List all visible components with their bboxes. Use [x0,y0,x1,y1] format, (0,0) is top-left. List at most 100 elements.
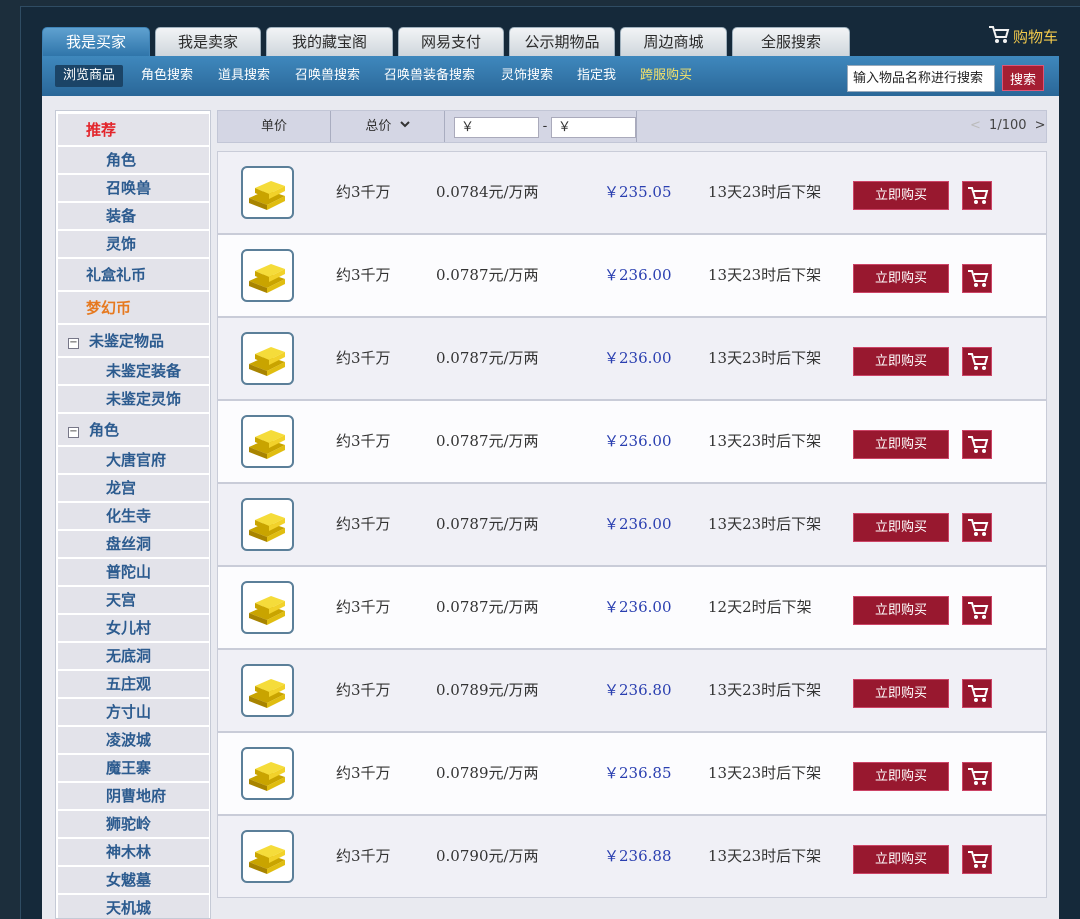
listing-row[interactable]: 约3千万 0.0787元/万两 ￥236.00 13天23时后下架 立即购买 [217,483,1047,566]
sidebar-item[interactable]: 神木林 [58,839,209,866]
sidebar-item[interactable]: 盘丝洞 [58,531,209,558]
sidebar-item[interactable]: 召唤兽 [58,175,209,202]
search-button[interactable]: 搜索 [1002,65,1044,91]
sidebar-item[interactable]: 女儿村 [58,615,209,642]
sidebar-item[interactable]: − 角色 [58,414,209,446]
subnav-pet-equip-search[interactable]: 召唤兽装备搜索 [384,56,475,96]
collapse-icon[interactable]: − [68,427,79,438]
listing-row[interactable]: 约3千万 0.0789元/万两 ￥236.80 13天23时后下架 立即购买 [217,649,1047,732]
subnav-browse[interactable]: 浏览商品 [55,65,124,87]
sidebar-item[interactable]: 梦幻币 [58,292,209,324]
add-to-cart-button[interactable] [962,181,992,210]
sort-total-price[interactable]: 总价 [331,111,444,142]
prev-page-button[interactable]: < [970,118,981,133]
cart-link[interactable]: 购物车 [988,24,1058,50]
sidebar-item[interactable]: 灵饰 [58,231,209,258]
tab-netease-pay[interactable]: 网易支付 [398,27,504,56]
add-to-cart-button[interactable] [962,845,992,874]
listing-row[interactable]: 约3千万 0.0784元/万两 ￥235.05 13天23时后下架 立即购买 [217,151,1047,234]
sidebar-item[interactable]: 未鉴定装备 [58,358,209,385]
item-thumbnail[interactable] [241,581,294,634]
buy-now-button[interactable]: 立即购买 [853,513,949,542]
sidebar-item-label: 龙宫 [106,479,137,497]
sidebar-item[interactable]: 阴曹地府 [58,783,209,810]
subnav-cross-server[interactable]: 跨服购买 [640,56,692,96]
sidebar-item[interactable]: 凌波城 [58,727,209,754]
sidebar-item[interactable]: 装备 [58,203,209,230]
subnav-role-search[interactable]: 角色搜索 [141,56,193,96]
next-page-button[interactable]: > [1035,118,1046,133]
sidebar-item[interactable]: 普陀山 [58,559,209,586]
sidebar-item[interactable]: 未鉴定灵饰 [58,386,209,413]
gold-ingot-icon [249,347,285,376]
listing-row[interactable]: 约3千万 0.0787元/万两 ￥236.00 13天23时后下架 立即购买 [217,234,1047,317]
listing-time-left: 13天23时后下架 [708,349,822,367]
buy-now-button[interactable]: 立即购买 [853,596,949,625]
subnav-accessory-search[interactable]: 灵饰搜索 [501,56,553,96]
listing-row[interactable]: 约3千万 0.0787元/万两 ￥236.00 13天23时后下架 立即购买 [217,317,1047,400]
sidebar-item[interactable]: 无底洞 [58,643,209,670]
buy-now-button[interactable]: 立即购买 [853,347,949,376]
listing-row[interactable]: 约3千万 0.0790元/万两 ￥236.88 13天23时后下架 立即购买 [217,815,1047,898]
tab-merch-mall[interactable]: 周边商城 [620,27,727,56]
buy-now-button[interactable]: 立即购买 [853,264,949,293]
listing-amount: 约3千万 [336,432,391,450]
min-price-input[interactable]: ￥ [454,117,539,138]
buy-now-button[interactable]: 立即购买 [853,762,949,791]
item-thumbnail[interactable] [241,249,294,302]
add-to-cart-button[interactable] [962,264,992,293]
item-thumbnail[interactable] [241,498,294,551]
item-thumbnail[interactable] [241,415,294,468]
sidebar-item-label: 推荐 [86,121,117,139]
subnav-item-search[interactable]: 道具搜索 [218,56,270,96]
sidebar-item[interactable]: 狮驼岭 [58,811,209,838]
buy-now-button[interactable]: 立即购买 [853,181,949,210]
cart-icon [968,768,989,785]
sidebar-item[interactable]: 推荐 [58,114,209,146]
item-thumbnail[interactable] [241,830,294,883]
add-to-cart-button[interactable] [962,596,992,625]
item-thumbnail[interactable] [241,664,294,717]
sidebar-item[interactable]: 女魃墓 [58,867,209,894]
sidebar-item[interactable]: 五庄观 [58,671,209,698]
sidebar-item[interactable]: 魔王寨 [58,755,209,782]
search-input[interactable] [847,65,995,92]
buy-now-button[interactable]: 立即购买 [853,845,949,874]
add-to-cart-button[interactable] [962,430,992,459]
subnav-pet-search[interactable]: 召唤兽搜索 [295,56,360,96]
sidebar-item[interactable]: 化生寺 [58,503,209,530]
collapse-icon[interactable]: − [68,338,79,349]
listing-row[interactable]: 约3千万 0.0787元/万两 ￥236.00 13天23时后下架 立即购买 [217,400,1047,483]
add-to-cart-button[interactable] [962,762,992,791]
item-thumbnail[interactable] [241,747,294,800]
tab-buyer[interactable]: 我是买家 [42,27,150,56]
sidebar-item[interactable]: 方寸山 [58,699,209,726]
sidebar-item[interactable]: 礼盒礼币 [58,259,209,291]
listing-time-left: 13天23时后下架 [708,681,822,699]
listing-row[interactable]: 约3千万 0.0787元/万两 ￥236.00 12天2时后下架 立即购买 [217,566,1047,649]
item-thumbnail[interactable] [241,332,294,385]
add-to-cart-button[interactable] [962,347,992,376]
sidebar-item[interactable]: 天机城 [58,895,209,918]
tab-public-items[interactable]: 公示期物品 [509,27,615,56]
max-price-input[interactable]: ￥ [551,117,636,138]
tab-all-server-search[interactable]: 全服搜索 [732,27,850,56]
gold-ingot-icon [249,679,285,708]
sidebar-item[interactable]: 龙宫 [58,475,209,502]
tab-seller[interactable]: 我是卖家 [155,27,261,56]
sort-unit-price[interactable]: 单价 [218,111,330,142]
subnav-assigned-to-me[interactable]: 指定我 [577,56,616,96]
sidebar-item[interactable]: 天宫 [58,587,209,614]
buy-now-button[interactable]: 立即购买 [853,679,949,708]
listing-row[interactable]: 约3千万 0.0789元/万两 ￥236.85 13天23时后下架 立即购买 [217,732,1047,815]
item-thumbnail[interactable] [241,166,294,219]
add-to-cart-button[interactable] [962,679,992,708]
sidebar-item[interactable]: − 未鉴定物品 [58,325,209,357]
add-to-cart-button[interactable] [962,513,992,542]
sidebar-item[interactable]: 大唐官府 [58,447,209,474]
listing-price: ￥235.05 [604,183,672,201]
tab-my-treasure[interactable]: 我的藏宝阁 [266,27,393,56]
sidebar-item-label: 未鉴定灵饰 [106,390,182,408]
sidebar-item[interactable]: 角色 [58,147,209,174]
buy-now-button[interactable]: 立即购买 [853,430,949,459]
